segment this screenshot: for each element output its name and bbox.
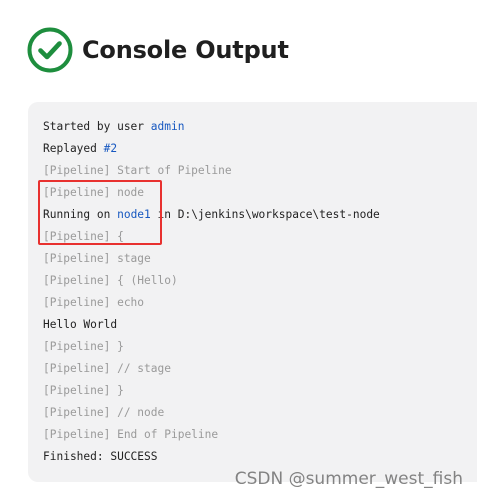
console-line: [Pipeline] { (Hello) [43, 274, 178, 287]
page-header: Console Output [26, 26, 289, 74]
annotation-highlight-box [38, 180, 162, 245]
console-line: [Pipeline] } [43, 384, 124, 397]
console-line: [Pipeline] Start of Pipeline [43, 164, 232, 177]
console-line: Started by user admin [43, 116, 380, 138]
console-line: [Pipeline] End of Pipeline [43, 428, 219, 441]
console-line: [Pipeline] // stage [43, 362, 171, 375]
success-check-icon [27, 27, 73, 73]
console-line: [Pipeline] echo [43, 296, 145, 309]
console-line: Hello World [43, 318, 118, 331]
console-line: Finished: SUCCESS [43, 450, 158, 463]
console-output-panel: Started by user admin Replayed #2 [Pipel… [28, 102, 477, 482]
console-line: [Pipeline] } [43, 340, 124, 353]
console-line: Replayed #2 [43, 138, 380, 160]
console-text: Started by user [43, 120, 151, 133]
replayed-build-link[interactable]: #2 [104, 142, 117, 155]
console-line: [Pipeline] stage [43, 252, 151, 265]
user-link[interactable]: admin [151, 120, 185, 133]
console-log: Started by user admin Replayed #2 [Pipel… [43, 116, 380, 468]
console-text: Replayed [43, 142, 104, 155]
page-title: Console Output [82, 36, 289, 64]
console-text: in D:\jenkins\workspace\test-node [150, 208, 380, 221]
console-line: [Pipeline] // node [43, 406, 165, 419]
watermark: CSDN @summer_west_fish [234, 469, 463, 489]
